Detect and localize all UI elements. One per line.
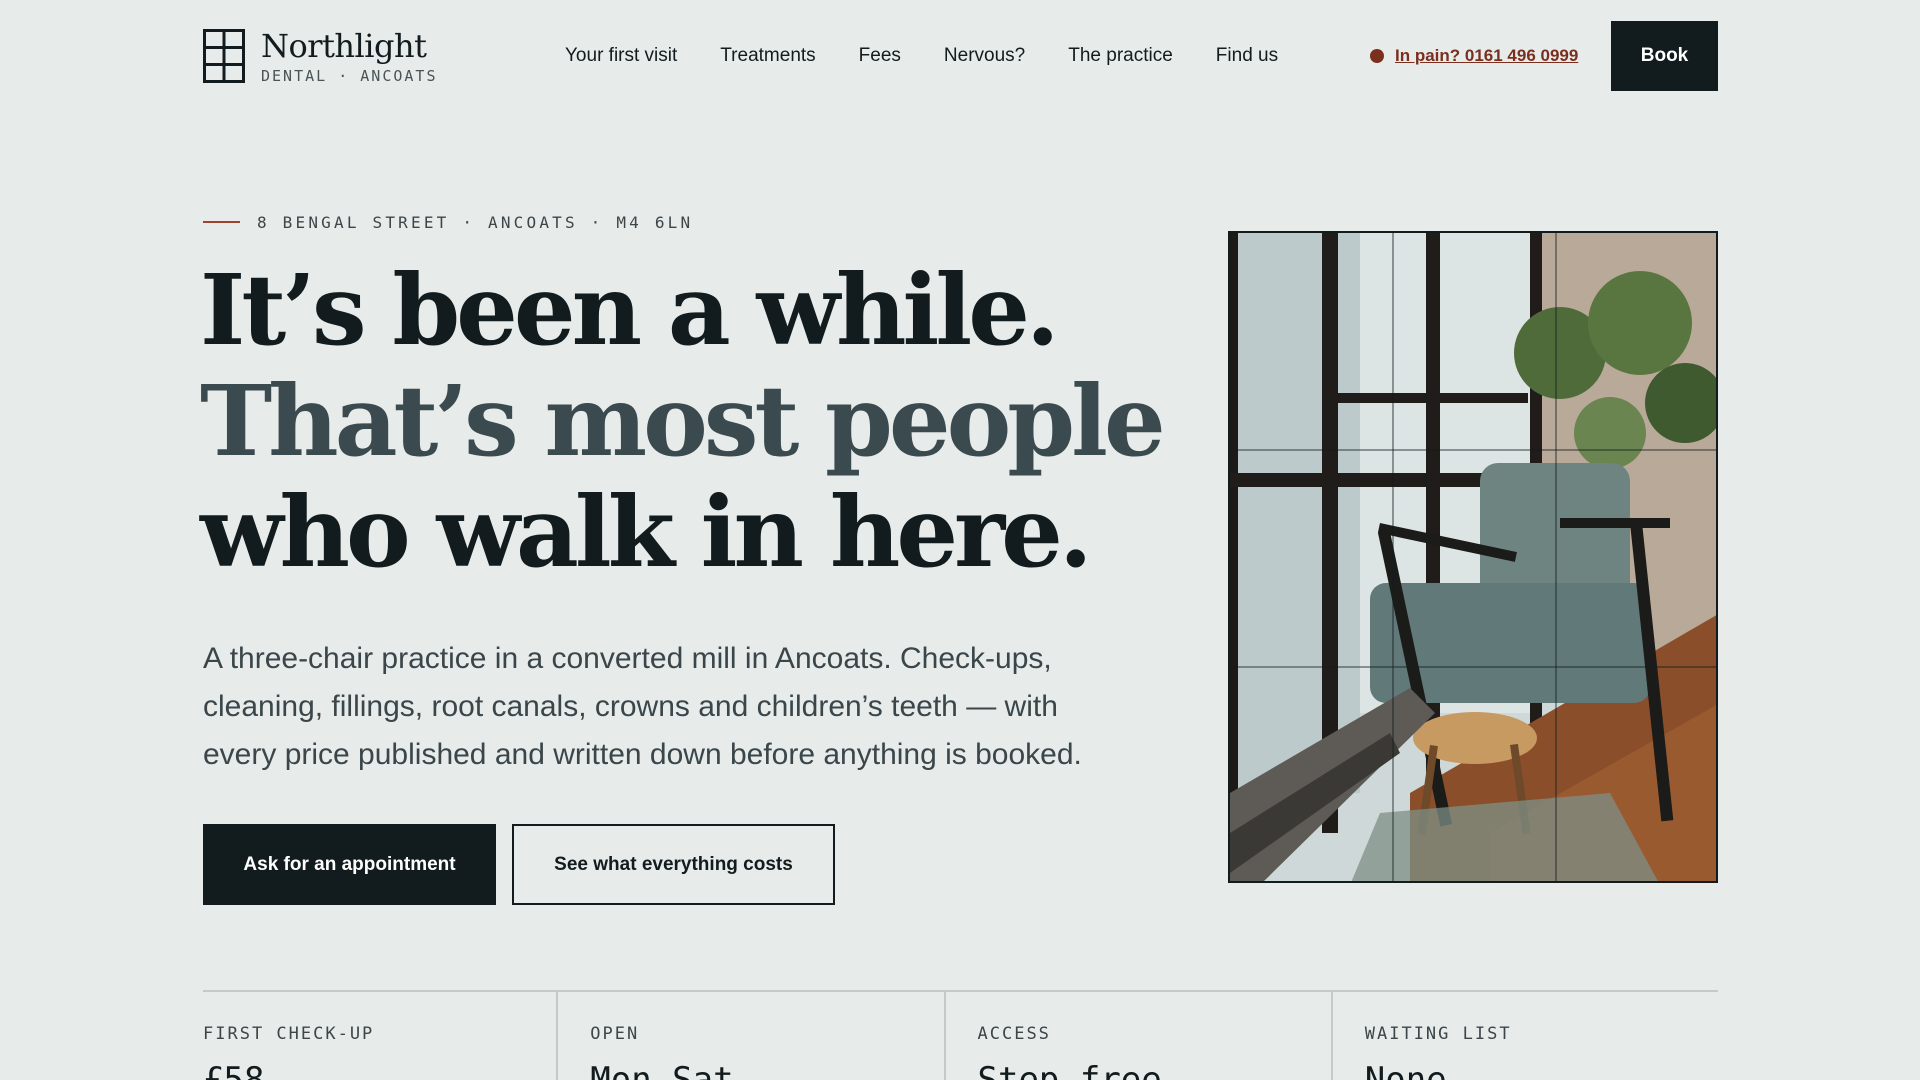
alert-dot-icon [1370, 49, 1384, 63]
nav-fees[interactable]: Fees [859, 45, 901, 67]
hero-actions: Ask for an appointment See what everythi… [203, 824, 835, 905]
headline-line-3: who walk in here. [200, 475, 1093, 589]
nav-nervous[interactable]: Nervous? [944, 45, 1025, 67]
eyebrow-rule [203, 221, 240, 223]
address-text: 8 BENGAL STREET · ANCOATS · M4 6LN [257, 212, 694, 232]
stat-value: Step-free [977, 1060, 1162, 1080]
headline-line-2: That’s most people [200, 364, 1166, 478]
stat-label: FIRST CHECK-UP [203, 1024, 375, 1044]
ask-appointment-button[interactable]: Ask for an appointment [203, 824, 496, 905]
stat-value: £58 [203, 1060, 265, 1080]
stat-label: WAITING LIST [1364, 1024, 1512, 1044]
address-eyebrow: 8 BENGAL STREET · ANCOATS · M4 6LN [203, 210, 693, 234]
nav-treatments[interactable]: Treatments [720, 45, 815, 67]
stat-value: Mon–Sat [590, 1060, 734, 1080]
main-nav: Your first visit Treatments Fees Nervous… [565, 21, 1321, 91]
nav-the-practice[interactable]: The practice [1068, 45, 1173, 67]
practice-facts: FIRST CHECK-UP £58 OPEN Mon–Sat ACCESS S… [203, 990, 1718, 1080]
emergency-phone-label: In pain? 0161 496 0999 [1395, 46, 1579, 65]
stat-first-checkup: FIRST CHECK-UP £58 [203, 992, 556, 1080]
book-button[interactable]: Book [1611, 21, 1718, 91]
headline-line-1: It’s been a while. [200, 253, 1060, 367]
stat-label: ACCESS [977, 1024, 1051, 1044]
window-grid-icon [203, 29, 245, 83]
stat-waiting-list: WAITING LIST None [1330, 992, 1718, 1080]
see-costs-button[interactable]: See what everything costs [512, 824, 835, 905]
brand-subtitle: DENTAL · ANCOATS [261, 66, 438, 85]
hero-headline: It’s been a while. That’s most people wh… [200, 255, 1200, 588]
hero-description: A three-chair practice in a converted mi… [203, 642, 1082, 771]
emergency-phone-link[interactable]: In pain? 0161 496 0999 [1370, 21, 1578, 91]
stat-value: None [1364, 1060, 1447, 1080]
brand-text: Northlight DENTAL · ANCOATS [261, 28, 438, 85]
photo-illustration [1230, 233, 1716, 881]
nav-find-us[interactable]: Find us [1216, 45, 1278, 67]
site-header: Northlight DENTAL · ANCOATS Your first v… [203, 21, 1718, 91]
nav-first-visit[interactable]: Your first visit [565, 45, 677, 67]
brand-logo[interactable]: Northlight DENTAL · ANCOATS [203, 21, 438, 91]
stat-open: OPEN Mon–Sat [556, 992, 943, 1080]
brand-name: Northlight [261, 26, 427, 65]
stat-access: ACCESS Step-free [943, 992, 1331, 1080]
stat-label: OPEN [590, 1024, 640, 1044]
waiting-room-chair-photo [1228, 231, 1718, 883]
